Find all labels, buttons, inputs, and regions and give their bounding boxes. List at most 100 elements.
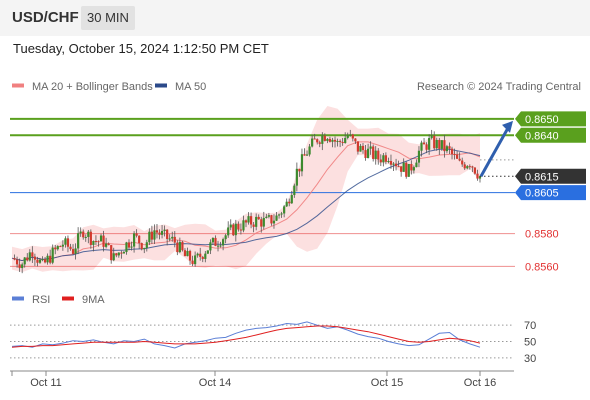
candle-body	[28, 252, 31, 261]
candle-body	[476, 173, 479, 179]
candle-body	[112, 253, 115, 261]
candle-body	[130, 246, 133, 248]
candle-body	[166, 229, 169, 239]
candle-body	[270, 215, 273, 224]
candle-body	[26, 257, 29, 261]
x-tick-label: Oct 16	[464, 377, 496, 389]
level-tags: 0.8650 0.8640 0.8605 0.8580 0.8560 0.8615	[515, 111, 586, 273]
candle-body	[440, 140, 443, 149]
candle-body	[283, 206, 286, 214]
candle-body	[56, 246, 59, 250]
candle-body	[153, 230, 156, 240]
candle-body	[117, 252, 120, 256]
candle-body	[412, 167, 415, 171]
candle-body	[64, 238, 67, 245]
candle-body	[199, 253, 202, 257]
candle-body	[422, 142, 426, 145]
candle-body	[97, 241, 100, 243]
candle-body	[285, 201, 288, 207]
candle-body	[204, 253, 207, 259]
candle-body	[280, 213, 283, 215]
candle-body	[171, 236, 174, 239]
level-tag-0.8605-text: 0.8605	[525, 188, 559, 200]
bollinger-bands	[12, 106, 480, 273]
candle-body	[127, 242, 131, 248]
candle-body	[158, 232, 161, 235]
candle-body	[183, 250, 187, 257]
rsi-tick-30: 30	[524, 353, 536, 365]
candle-body	[181, 241, 184, 251]
candle-body	[382, 155, 385, 163]
source-credit: Research © 2024 Trading Central	[417, 81, 581, 93]
candle-body	[36, 259, 39, 263]
candle-body	[257, 216, 260, 220]
candle-body	[438, 139, 441, 149]
level-tag-0.8650: 0.8650	[515, 111, 586, 127]
candle-body	[140, 243, 143, 250]
level-tag-0.8560: 0.8560	[525, 261, 559, 273]
candle-body	[41, 259, 44, 261]
x-tick-label: Oct 11	[30, 377, 62, 389]
candle-body	[389, 161, 393, 165]
candle-body	[277, 214, 281, 216]
candle-body	[272, 220, 276, 224]
candle-body	[38, 259, 42, 263]
legend: MA 20 + Bollinger Bands MA 50 Research ©…	[12, 81, 581, 93]
candle-body	[321, 135, 324, 144]
rsi-line	[11, 321, 481, 349]
candle-body	[430, 135, 433, 139]
candle-body	[471, 166, 474, 168]
candle-body	[351, 134, 354, 139]
candle-body	[145, 242, 148, 248]
candle-body	[84, 236, 87, 238]
candle-body	[328, 138, 332, 142]
candle-body	[428, 138, 431, 150]
candle-body	[138, 235, 141, 244]
candle-body	[23, 257, 26, 265]
candle-body	[209, 242, 212, 251]
rsi-legend-label: RSI	[32, 294, 50, 306]
candle-body	[51, 247, 54, 263]
candle-body	[402, 162, 405, 172]
level-tag-0.8605: 0.8605	[515, 185, 586, 201]
candle-body	[260, 219, 263, 227]
candle-body	[155, 230, 159, 233]
rsi-ma-legend-label: 9MA	[82, 294, 105, 306]
candle-body	[13, 258, 16, 260]
candle-body	[249, 216, 253, 225]
candle-body	[265, 216, 268, 218]
rsi-legend-swatch	[12, 296, 24, 301]
candle-body	[188, 250, 192, 261]
legend-label-ma50: MA 50	[175, 81, 206, 93]
candle-body	[443, 140, 446, 152]
price-chart: MA 20 + Bollinger Bands MA 50 Research ©…	[10, 81, 586, 389]
candle-body	[168, 238, 171, 240]
candle-body	[308, 146, 311, 155]
candle-body	[82, 231, 85, 238]
last-price-tag: 0.8615	[515, 168, 586, 184]
candle-body	[456, 154, 459, 159]
candle-body	[468, 166, 471, 168]
candle-body	[150, 231, 153, 240]
rsi-tick-70: 70	[524, 320, 536, 332]
candle-body	[211, 237, 215, 243]
candle-body	[262, 217, 265, 227]
candle-body	[102, 235, 105, 247]
candle-body	[125, 242, 128, 253]
candle-body	[79, 231, 82, 234]
candle-body	[115, 253, 118, 256]
x-tick-label: Oct 15	[371, 377, 403, 389]
candle-body	[224, 235, 227, 240]
candle-body	[186, 250, 189, 257]
candle-body	[344, 137, 347, 144]
candle-body	[339, 140, 342, 142]
level-tag-0.8640-text: 0.8640	[525, 130, 559, 142]
candle-body	[92, 241, 95, 245]
candle-body	[311, 138, 314, 147]
candle-body	[214, 237, 217, 246]
candle-body	[252, 224, 255, 227]
candle-body	[354, 138, 357, 142]
candle-body	[232, 224, 235, 236]
candle-body	[105, 243, 108, 247]
candle-body	[473, 167, 477, 174]
